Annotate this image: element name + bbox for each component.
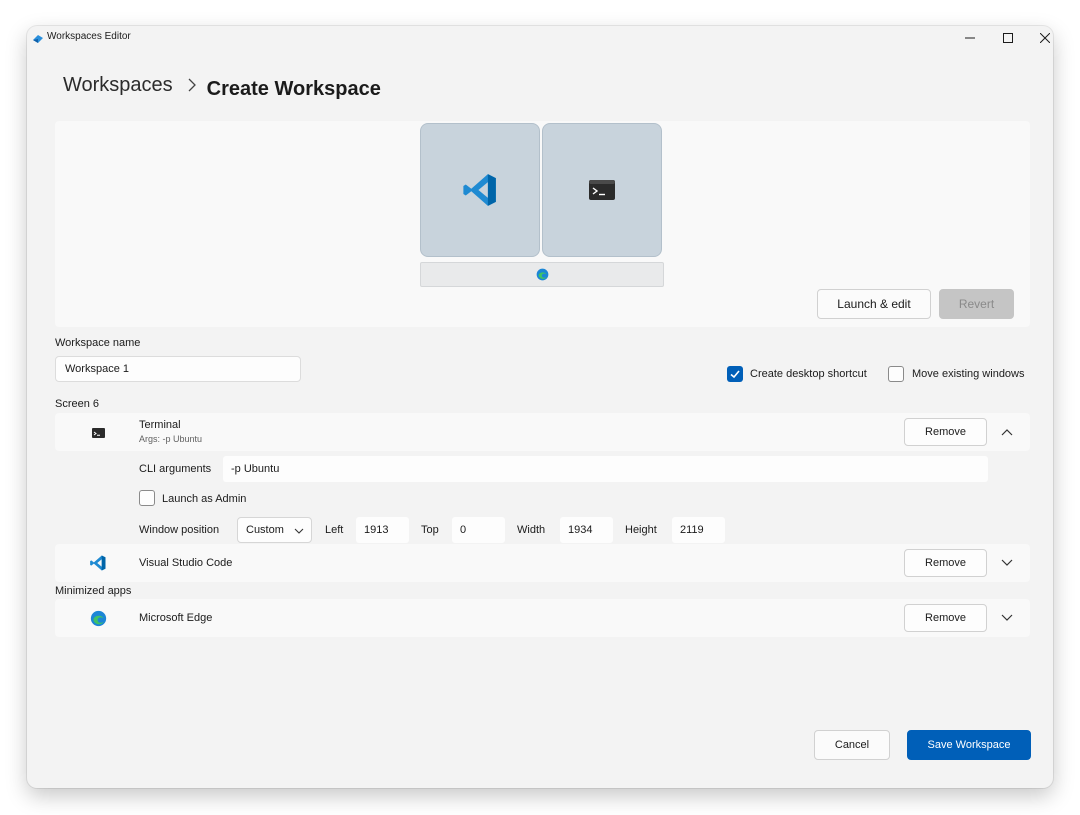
- maximize-icon: [1003, 33, 1013, 43]
- breadcrumb-workspaces-link[interactable]: Workspaces: [63, 74, 173, 97]
- cli-arguments-label: CLI arguments: [139, 463, 212, 475]
- breadcrumb: Workspaces Create Workspace: [63, 74, 381, 100]
- minimize-button[interactable]: [951, 26, 989, 50]
- vscode-icon: [89, 554, 107, 572]
- top-label: Top: [421, 524, 439, 536]
- chevron-up-icon: [1001, 429, 1013, 436]
- remove-terminal-button[interactable]: Remove: [904, 418, 987, 446]
- minimized-apps-label: Minimized apps: [55, 585, 132, 597]
- save-workspace-button[interactable]: Save Workspace: [907, 730, 1031, 760]
- terminal-icon: [89, 424, 107, 442]
- window-position-select[interactable]: Custom: [237, 517, 312, 543]
- preview-tile-vscode: [420, 123, 540, 257]
- move-windows-label: Move existing windows: [912, 368, 1025, 380]
- preview-minimized-strip: [420, 262, 664, 287]
- screen-label: Screen 6: [55, 398, 100, 410]
- close-icon: [1040, 33, 1050, 43]
- remove-vscode-button[interactable]: Remove: [904, 549, 987, 577]
- app-row-terminal[interactable]: Terminal Args: -p Ubuntu Remove: [55, 413, 1030, 451]
- remove-edge-button[interactable]: Remove: [904, 604, 987, 632]
- cli-arguments-input[interactable]: -p Ubuntu: [223, 456, 988, 482]
- workspaces-editor-window: Workspaces Editor Workspaces Create Work…: [27, 26, 1053, 788]
- width-label: Width: [517, 524, 546, 536]
- app-row-edge[interactable]: Microsoft Edge Remove: [55, 599, 1030, 637]
- terminal-details: CLI arguments -p Ubuntu Launch as Admin …: [55, 451, 1030, 543]
- collapse-terminal-button[interactable]: [997, 422, 1017, 442]
- workspace-name-input[interactable]: Workspace 1: [55, 356, 301, 382]
- vscode-icon: [463, 174, 496, 206]
- left-label: Left: [325, 524, 344, 536]
- width-input[interactable]: 1934: [560, 517, 613, 543]
- title-bar: Workspaces Editor: [27, 26, 1053, 50]
- revert-button[interactable]: Revert: [939, 289, 1014, 319]
- move-windows-checkbox[interactable]: [888, 366, 904, 382]
- launch-admin-label: Launch as Admin: [162, 493, 247, 505]
- chevron-down-icon: [1001, 559, 1013, 566]
- terminal-icon: [589, 180, 615, 200]
- launch-edit-button[interactable]: Launch & edit: [817, 289, 931, 319]
- workspaces-app-icon: [32, 32, 44, 44]
- maximize-button[interactable]: [989, 26, 1027, 50]
- app-row-vscode[interactable]: Visual Studio Code Remove: [55, 544, 1030, 582]
- cancel-button[interactable]: Cancel: [814, 730, 890, 760]
- left-input[interactable]: 1913: [356, 517, 409, 543]
- edge-icon: [89, 609, 107, 627]
- window-position-label: Window position: [139, 524, 220, 536]
- monitor-preview: [420, 123, 664, 289]
- expand-edge-button[interactable]: [997, 608, 1017, 628]
- top-input[interactable]: 0: [452, 517, 505, 543]
- chevron-down-icon: [1001, 614, 1013, 621]
- layout-preview: Launch & edit Revert: [55, 121, 1030, 327]
- app-name: Microsoft Edge: [139, 612, 213, 624]
- app-name: Visual Studio Code: [139, 557, 233, 569]
- close-button[interactable]: [1026, 26, 1053, 50]
- chevron-down-icon: [294, 528, 304, 534]
- workspace-name-label: Workspace name: [55, 337, 141, 349]
- app-name: Terminal: [139, 419, 181, 431]
- expand-vscode-button[interactable]: [997, 553, 1017, 573]
- height-label: Height: [625, 524, 657, 536]
- launch-admin-checkbox[interactable]: [139, 490, 155, 506]
- window-title: Workspaces Editor: [47, 31, 131, 42]
- chevron-right-icon: [187, 78, 197, 97]
- height-input[interactable]: 2119: [672, 517, 725, 543]
- minimize-icon: [965, 37, 975, 39]
- create-shortcut-checkbox[interactable]: [727, 366, 743, 382]
- page-title: Create Workspace: [206, 78, 381, 100]
- window-position-value: Custom: [246, 524, 284, 536]
- checkmark-icon: [730, 370, 740, 379]
- preview-tile-terminal: [542, 123, 662, 257]
- app-args-summary: Args: -p Ubuntu: [139, 434, 203, 444]
- edge-icon: [536, 268, 548, 281]
- create-shortcut-label: Create desktop shortcut: [750, 368, 867, 380]
